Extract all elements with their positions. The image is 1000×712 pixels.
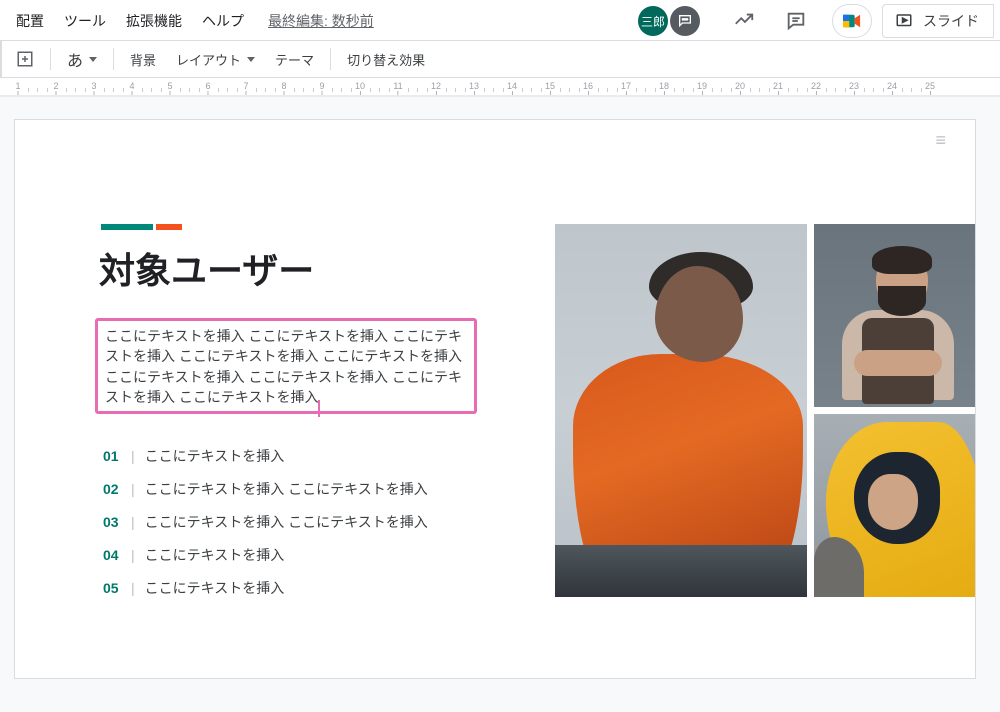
list-divider: | [131,448,135,464]
background-button[interactable]: 背景 [124,46,162,73]
transition-button[interactable]: 切り替え効果 [341,46,431,73]
layout-label: レイアウト [176,50,241,69]
chevron-down-icon [247,57,255,62]
play-icon [895,12,913,30]
comment-icon[interactable] [780,5,812,37]
list-divider: | [131,547,135,563]
ime-indicator[interactable]: あ [61,43,103,75]
toolbar-separator [113,48,114,70]
list-item[interactable]: 01 | ここにテキストを挿入 [103,446,428,466]
list-number: 02 [103,481,131,497]
menu-bar: 配置 ツール 拡張機能 ヘルプ 最終編集: 数秒前 三郎 スライド [0,0,1000,40]
toolbar-separator [50,48,51,70]
present-label: スライド [923,11,979,31]
list-divider: | [131,580,135,596]
theme-button[interactable]: テーマ [269,46,320,73]
menu-extensions[interactable]: 拡張機能 [116,7,192,35]
list-text: ここにテキストを挿入 [145,545,285,565]
list-text: ここにテキストを挿入 ここにテキストを挿入 [145,479,428,499]
present-button[interactable]: スライド [882,4,994,38]
layout-button[interactable]: レイアウト [170,46,261,73]
slide-image-small-bottom[interactable] [814,414,976,597]
list-item[interactable]: 03 | ここにテキストを挿入 ここにテキストを挿入 [103,512,428,532]
list-divider: | [131,481,135,497]
slide-image-large[interactable] [555,224,807,597]
list-text: ここにテキストを挿入 [145,446,285,466]
list-number: 01 [103,448,131,464]
toolbar: あ 背景 レイアウト テーマ 切り替え効果 [0,40,1000,78]
accent-bar [101,224,182,230]
list-divider: | [131,514,135,530]
list-text: ここにテキストを挿入 ここにテキストを挿入 [145,512,428,532]
ruler: 1234567891011121314151617181920212223242… [0,78,1000,96]
list-number: 05 [103,580,131,596]
avatar[interactable]: 三郎 [638,6,668,36]
chat-bubble-icon[interactable] [670,6,700,36]
menu-help[interactable]: ヘルプ [192,7,254,35]
list-item[interactable]: 05 | ここにテキストを挿入 [103,578,428,598]
trend-icon[interactable] [728,5,760,37]
menu-arrange[interactable]: 配置 [6,7,54,35]
toolbar-separator [330,48,331,70]
body-text-content: ここにテキストを挿入 ここにテキストを挿入 ここにテキストを挿入 ここにテキスト… [105,328,462,405]
list-number: 03 [103,514,131,530]
last-edit-text[interactable]: 最終編集: 数秒前 [268,11,374,31]
chevron-down-icon [89,57,97,62]
slide[interactable]: ≡ 対象ユーザー ここにテキストを挿入 ここにテキストを挿入 ここにテキストを挿… [14,119,976,679]
slide-title[interactable]: 対象ユーザー [99,242,314,294]
list-item[interactable]: 02 | ここにテキストを挿入 ここにテキストを挿入 [103,479,428,499]
list-text: ここにテキストを挿入 [145,578,285,598]
canvas-area[interactable]: ≡ 対象ユーザー ここにテキストを挿入 ここにテキストを挿入 ここにテキストを挿… [0,96,1000,712]
slide-list[interactable]: 01 | ここにテキストを挿入 02 | ここにテキストを挿入 ここにテキストを… [103,446,428,611]
add-box-button[interactable] [10,46,40,72]
slide-body-text[interactable]: ここにテキストを挿入 ここにテキストを挿入 ここにテキストを挿入 ここにテキスト… [105,326,469,407]
slide-image-small-top[interactable] [814,224,976,407]
ime-label: あ [67,47,83,71]
menu-tools[interactable]: ツール [54,7,116,35]
drag-handle-icon[interactable]: ≡ [935,130,947,151]
list-item[interactable]: 04 | ここにテキストを挿入 [103,545,428,565]
meet-button[interactable] [832,4,872,38]
list-number: 04 [103,547,131,563]
